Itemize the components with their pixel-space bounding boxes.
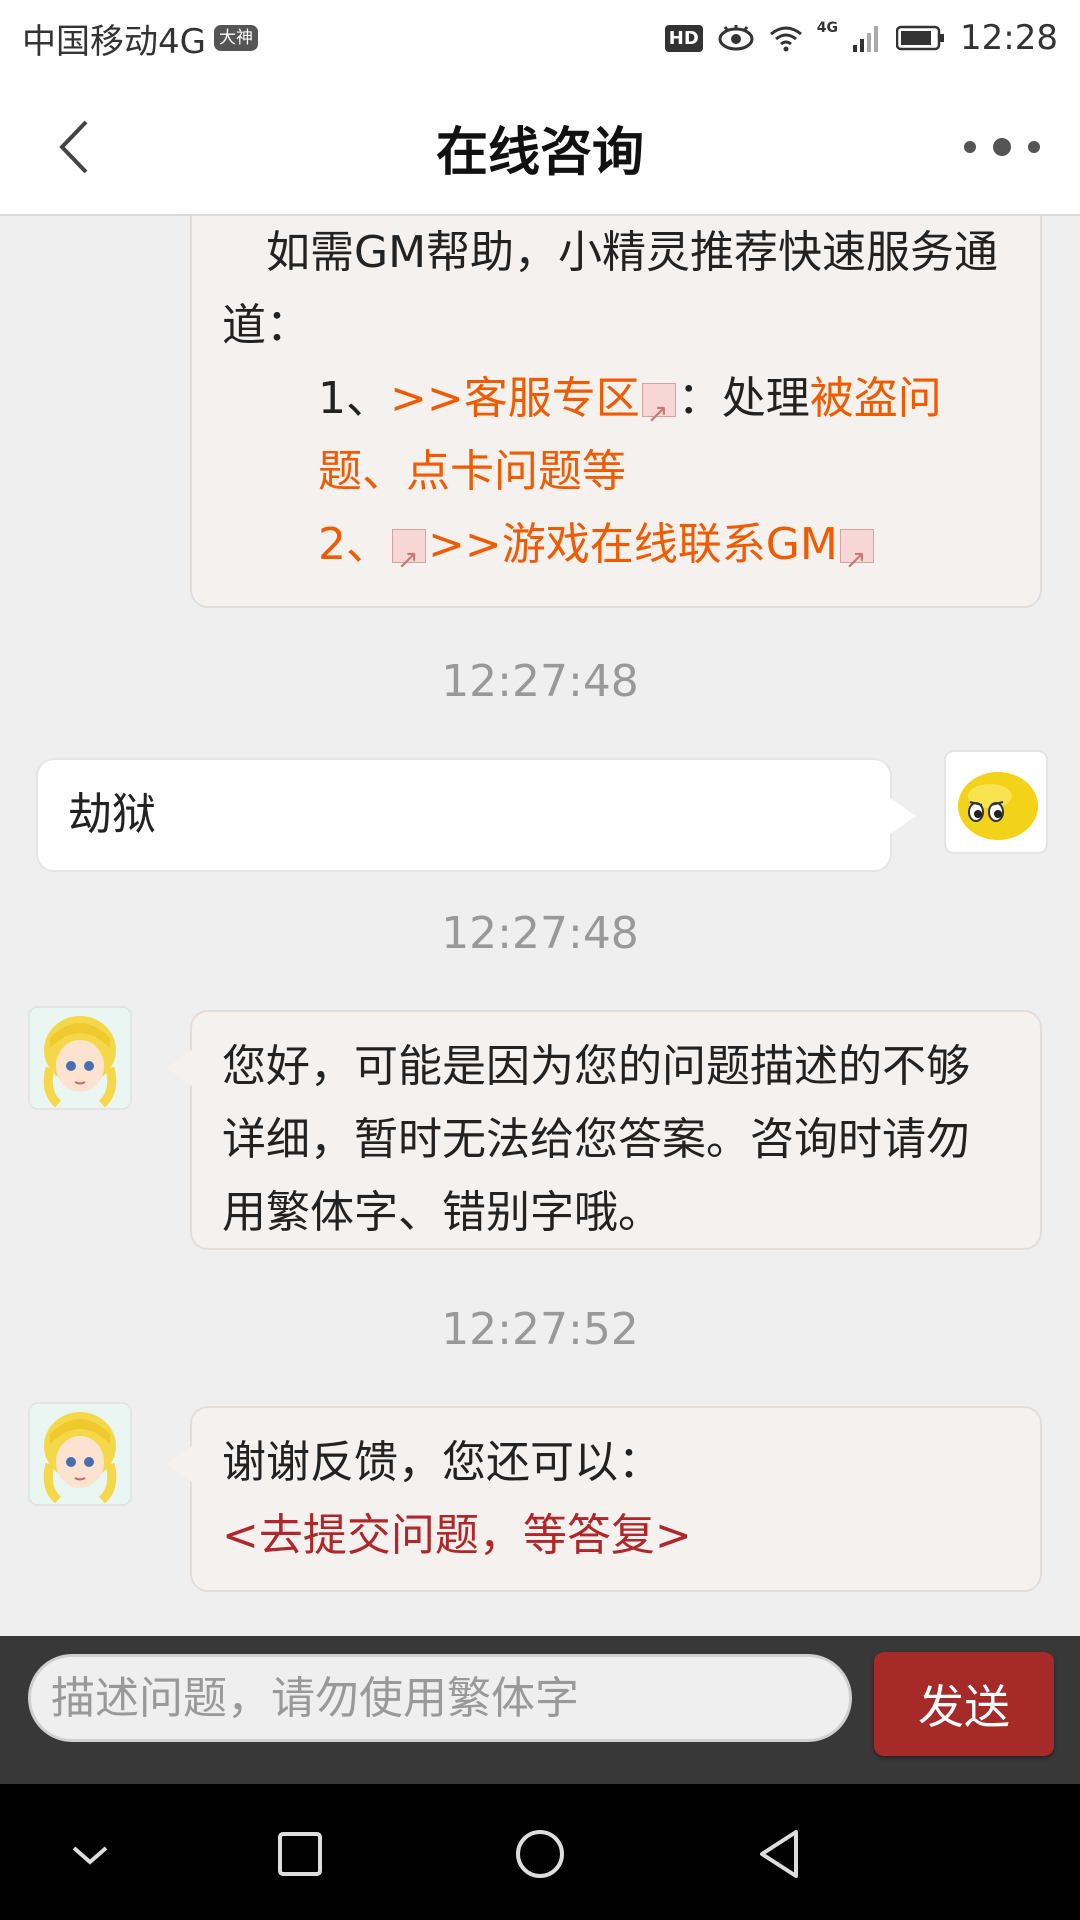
status-time: 12:28 xyxy=(960,18,1058,58)
message-timestamp: 12:27:52 xyxy=(441,1304,639,1355)
contact-gm-link[interactable]: >>游戏在线联系GM xyxy=(428,519,838,570)
chat-area[interactable]: 如需GM帮助，小精灵推荐快速服务通道： 1、>>客服专区：处理被盗问题、点卡问题… xyxy=(0,216,1080,1636)
nav-bar: 在线咨询 xyxy=(0,76,1080,216)
external-link-icon xyxy=(641,378,676,451)
wifi-icon xyxy=(769,26,802,52)
network-type-label: 4G xyxy=(816,20,839,36)
battery-icon xyxy=(896,25,945,51)
user-avatar[interactable] xyxy=(944,750,1048,854)
bot-girl-avatar-icon xyxy=(30,1008,130,1108)
message-bubble-bot: 您好，可能是因为您的问题描述的不够详细，暂时无法给您答案。咨询时请勿用繁体字、错… xyxy=(166,1010,1042,1250)
message-bubble-user: 劫狱 xyxy=(36,758,916,872)
signal-icon xyxy=(853,26,879,52)
customer-service-link[interactable]: >>客服专区 xyxy=(390,373,640,424)
chevron-down-icon[interactable] xyxy=(60,1824,120,1884)
message-text: 劫狱 xyxy=(68,789,156,840)
status-right: HD 4G 12:28 xyxy=(664,18,1058,58)
item-number: 1、 xyxy=(318,373,390,424)
bot-avatar xyxy=(28,1402,132,1506)
message-bubble-bot: 如需GM帮助，小精灵推荐快速服务通道： 1、>>客服专区：处理被盗问题、点卡问题… xyxy=(190,216,1042,608)
service-item-2: 2、 >>游戏在线联系GM xyxy=(222,508,1010,597)
message-text: 您好，可能是因为您的问题描述的不够详细，暂时无法给您答案。咨询时请勿用繁体字、错… xyxy=(222,1041,970,1238)
home-circle-icon[interactable] xyxy=(510,1824,570,1884)
message-input[interactable] xyxy=(28,1654,852,1742)
input-bar: 发送 xyxy=(0,1636,1080,1784)
page-title: 在线咨询 xyxy=(435,123,644,183)
submit-question-link[interactable]: <去提交问题，等答复> xyxy=(222,1499,1010,1572)
app-badge: 大神 xyxy=(213,25,258,51)
emoji-face-icon xyxy=(958,772,1038,840)
back-triangle-icon[interactable] xyxy=(750,1824,810,1884)
service-item-1: 1、>>客服专区：处理被盗问题、点卡问题等 xyxy=(222,362,1010,508)
message-bubble-bot: 谢谢反馈，您还可以： <去提交问题，等答复> xyxy=(166,1406,1042,1592)
status-left: 中国移动4G 大神 xyxy=(22,14,258,63)
message-text: 如需GM帮助，小精灵推荐快速服务通道： xyxy=(222,227,999,351)
item-number: 2、 xyxy=(318,519,390,570)
send-button[interactable]: 发送 xyxy=(874,1652,1054,1756)
message-text: 谢谢反馈，您还可以： xyxy=(222,1437,662,1488)
recents-square-icon[interactable] xyxy=(270,1824,330,1884)
item-text: ：处理 xyxy=(677,373,810,424)
carrier-label: 中国移动4G xyxy=(22,21,206,62)
eye-icon xyxy=(718,25,754,51)
bot-girl-avatar-icon xyxy=(30,1404,130,1504)
bot-avatar xyxy=(28,1006,132,1110)
hd-icon: HD xyxy=(664,24,703,52)
external-link-icon xyxy=(392,524,426,597)
external-link-icon xyxy=(839,524,874,597)
more-dots-icon[interactable] xyxy=(960,122,1044,172)
system-nav-bar xyxy=(0,1784,1080,1920)
message-timestamp: 12:27:48 xyxy=(441,656,639,707)
status-bar: 中国移动4G 大神 HD 4G 12:28 xyxy=(0,0,1080,76)
message-timestamp: 12:27:48 xyxy=(441,908,639,959)
